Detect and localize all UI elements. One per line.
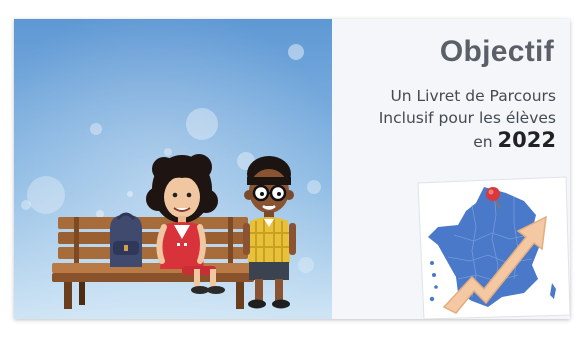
slide-subtitle: Un Livret de Parcours Inclusif pour les … (379, 85, 556, 153)
illustration-scene (14, 19, 332, 319)
slide-title: Objectif (439, 35, 554, 68)
year-label: 2022 (497, 128, 556, 152)
subtitle-line-1: Un Livret de Parcours (390, 87, 556, 105)
backpack (110, 212, 142, 267)
objective-panel: Objectif Un Livret de Parcours Inclusif … (332, 19, 570, 319)
subtitle-line-3: en 2022 (379, 129, 556, 153)
slide: Objectif Un Livret de Parcours Inclusif … (14, 19, 570, 319)
scene-svg (14, 19, 332, 319)
video-frame: Objectif Un Livret de Parcours Inclusif … (0, 0, 582, 338)
france-map-illustration (414, 175, 570, 319)
subtitle-line-2: Inclusif pour les élèves (378, 109, 556, 127)
map-svg (417, 176, 570, 319)
subtitle-prefix: en (473, 133, 493, 151)
